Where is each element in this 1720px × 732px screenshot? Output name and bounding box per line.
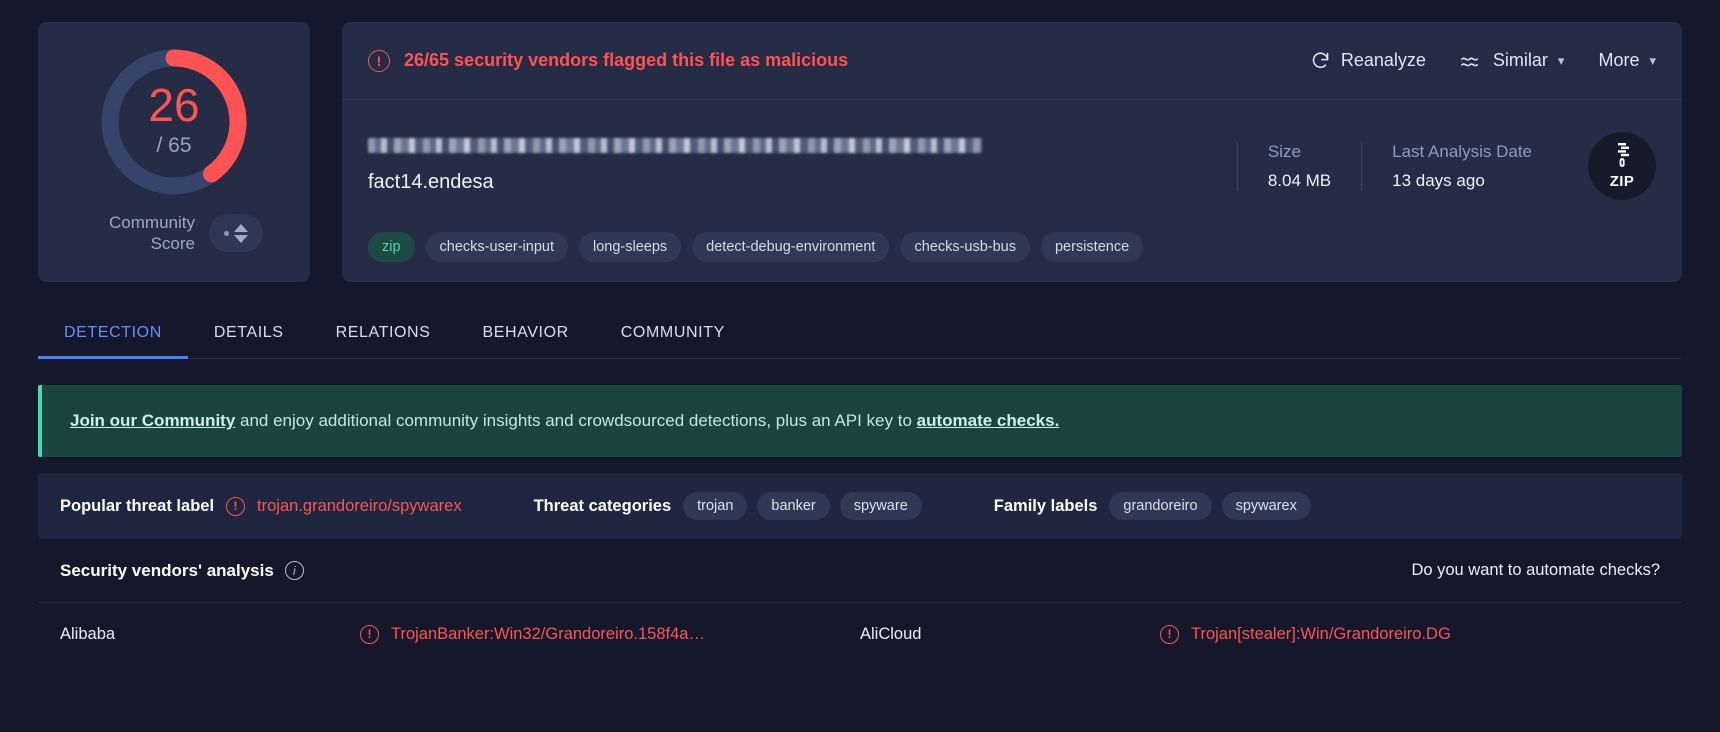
chevron-down-icon: ▾ [1558,53,1565,69]
threat-category-pill[interactable]: spyware [840,492,922,520]
last-analysis-key: Last Analysis Date [1392,142,1532,162]
header-actions: Reanalyze Similar ▾ More ▾ [1310,50,1656,71]
report-tabs: DETECTIONDETAILSRELATIONSBEHAVIORCOMMUNI… [38,324,1682,359]
file-summary-panel: ! 26/65 security vendors flagged this fi… [342,22,1682,282]
vendor-result-text: TrojanBanker:Win32/Grandoreiro.158f4a… [391,625,705,644]
automate-checks-prompt[interactable]: Do you want to automate checks? [1411,561,1660,580]
last-analysis-cell: Last Analysis Date 13 days ago [1361,142,1562,191]
vendor-result: ! TrojanBanker:Win32/Grandoreiro.158f4a… [360,625,705,644]
exclamation-circle-icon: ! [226,497,245,516]
vendor-cell: AliCloud! Trojan[stealer]:Win/Grandoreiro… [860,625,1660,644]
chevron-down-icon[interactable] [234,235,248,243]
threat-category-pills: trojan banker spyware [683,492,922,520]
file-name-redacted [508,176,926,190]
popular-threat-label-title: Popular threat label [60,497,214,516]
tab-community[interactable]: COMMUNITY [595,324,751,358]
vendor-results: Alibaba! TrojanBanker:Win32/Grandoreiro.1… [38,603,1682,665]
vendor-result-text: Trojan[stealer]:Win/Grandoreiro.DG [1191,625,1451,644]
file-identity: fact14.endesa [368,138,1231,194]
community-banner: Join our Community and enjoy additional … [38,385,1682,457]
refresh-icon [1310,50,1331,71]
more-button[interactable]: More ▾ [1598,50,1656,71]
file-size-key: Size [1268,142,1331,162]
info-icon[interactable]: i [285,561,304,580]
vote-control[interactable] [209,214,263,252]
vendors-title: Security vendors' analysis [60,561,274,581]
family-labels-group: Family labels grandoreiro spywarex [994,492,1311,520]
file-size-cell: Size 8.04 MB [1237,142,1361,191]
file-tag[interactable]: zip [368,232,415,262]
detection-total: / 65 [156,134,191,158]
zipper-icon [1612,142,1632,172]
file-name-row: fact14.endesa [368,171,1231,194]
community-score-line2: Score [85,233,195,254]
similar-button[interactable]: Similar ▾ [1460,50,1565,71]
family-label-pill[interactable]: grandoreiro [1109,492,1211,520]
community-score-label: Community Score [85,212,195,255]
more-label: More [1598,50,1639,71]
community-banner-middle: and enjoy additional community insights … [235,411,916,430]
alert-text: 26/65 security vendors flagged this file… [404,50,848,71]
file-meta-group: Size 8.04 MB Last Analysis Date 13 days … [1231,142,1562,191]
file-tags: zip checks-user-input long-sleeps detect-de… [342,232,1682,282]
community-score-line1: Community [85,212,195,233]
exclamation-circle-icon: ! [360,625,379,644]
summary-section: 26 / 65 Community Score [38,22,1682,282]
join-community-link[interactable]: Join our Community [70,411,235,430]
vendors-header: Security vendors' analysis i Do you want… [38,539,1682,603]
family-labels-title: Family labels [994,497,1098,516]
detection-donut: 26 / 65 [94,42,254,202]
file-tag[interactable]: detect-debug-environment [692,232,889,262]
file-tag[interactable]: checks-usb-bus [900,232,1030,262]
vendor-name: AliCloud [860,625,1160,644]
file-size-value: 8.04 MB [1268,171,1331,191]
tab-relations[interactable]: RELATIONS [310,324,457,358]
table-row: Alibaba! TrojanBanker:Win32/Grandoreiro.1… [38,603,1682,665]
file-type-badge: ZIP [1588,132,1656,200]
automate-checks-link[interactable]: automate checks. [917,411,1060,430]
file-tag[interactable]: checks-user-input [426,232,568,262]
threat-summary-row: Popular threat label ! trojan.grandoreir… [38,473,1682,539]
virustotal-file-report: 26 / 65 Community Score [0,0,1720,665]
popular-threat-label-group: Popular threat label ! trojan.grandoreir… [60,497,462,516]
file-tag[interactable]: long-sleeps [579,232,681,262]
file-details-row: fact14.endesa Size 8.04 MB Last Analysis… [342,100,1682,232]
tab-details[interactable]: DETAILS [188,324,310,358]
similar-waves-icon [1460,53,1483,69]
last-analysis-value: 13 days ago [1392,171,1532,191]
tab-behavior[interactable]: BEHAVIOR [456,324,594,358]
file-tag[interactable]: persistence [1041,232,1143,262]
chevron-down-icon: ▾ [1649,53,1656,69]
chevron-up-icon[interactable] [234,224,248,232]
vote-dot-icon [224,231,229,236]
vendor-result: ! Trojan[stealer]:Win/Grandoreiro.DG [1160,625,1451,644]
tab-detection[interactable]: DETECTION [38,324,188,358]
threat-categories-group: Threat categories trojan banker spyware [534,492,922,520]
reanalyze-button[interactable]: Reanalyze [1310,50,1426,71]
exclamation-circle-icon: ! [368,50,390,72]
file-name: fact14.endesa [368,171,494,194]
vendor-cell: Alibaba! TrojanBanker:Win32/Grandoreiro.1… [60,625,860,644]
community-score-row: Community Score [38,212,310,255]
vendor-name: Alibaba [60,625,360,644]
popular-threat-label-value[interactable]: trojan.grandoreiro/spywarex [257,497,462,516]
malicious-alert-bar: ! 26/65 security vendors flagged this fi… [342,22,1682,100]
threat-category-pill[interactable]: banker [757,492,829,520]
family-label-pills: grandoreiro spywarex [1109,492,1310,520]
threat-category-pill[interactable]: trojan [683,492,747,520]
vote-arrows[interactable] [234,224,248,243]
similar-label: Similar [1493,50,1548,71]
reanalyze-label: Reanalyze [1341,50,1426,71]
alert-left: ! 26/65 security vendors flagged this fi… [368,50,1310,72]
community-score-card: 26 / 65 Community Score [38,22,310,282]
family-label-pill[interactable]: spywarex [1222,492,1311,520]
threat-categories-title: Threat categories [534,497,672,516]
file-hash-redacted [368,138,982,153]
exclamation-circle-icon: ! [1160,625,1179,644]
file-type-label: ZIP [1610,173,1635,190]
detection-count: 26 [148,82,199,128]
donut-center: 26 / 65 [94,40,254,200]
